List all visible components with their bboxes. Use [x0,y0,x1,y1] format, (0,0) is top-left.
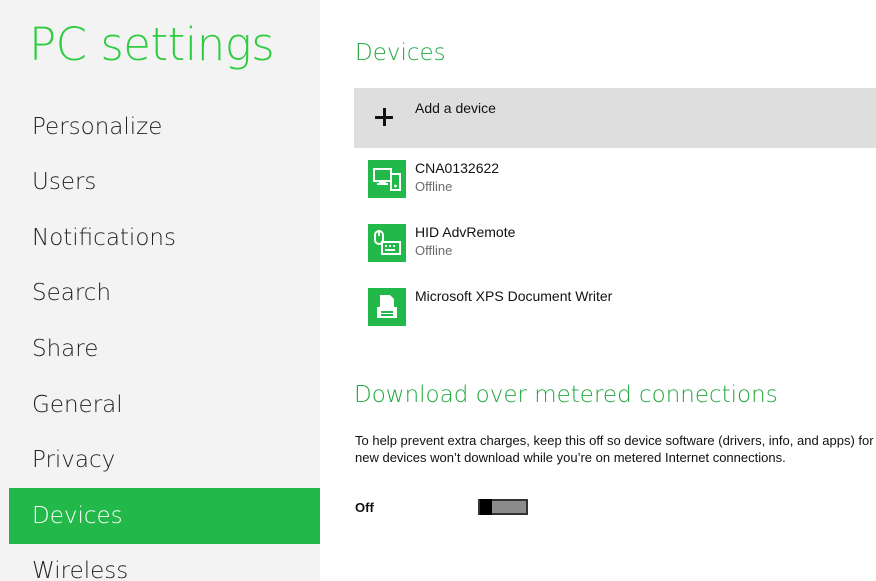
sidebar-item-general[interactable]: General [9,377,320,433]
metered-description: To help prevent extra charges, keep this… [355,433,874,465]
metered-toggle-label: Off [355,500,374,515]
metered-section-title: Download over metered connections [354,382,778,408]
device-name: HID AdvRemote [415,224,516,240]
computer-phone-icon [368,160,406,198]
sidebar-item-privacy[interactable]: Privacy [9,432,320,488]
metered-toggle[interactable] [478,499,528,515]
app-title: PC settings [29,18,275,71]
sidebar-item-share[interactable]: Share [9,321,320,377]
device-item-xps-writer[interactable]: Microsoft XPS Document Writer [354,282,876,340]
sidebar-item-wireless[interactable]: Wireless [9,543,320,581]
device-status: Offline [415,179,453,194]
add-device-label: Add a device [415,100,496,116]
device-name: CNA0132622 [415,160,500,176]
devices-section-title: Devices [355,40,446,66]
sidebar: PC settings Personalize Users Notificati… [0,0,320,581]
sidebar-item-search[interactable]: Search [9,265,320,321]
plus-icon [366,99,402,135]
sidebar-item-notifications[interactable]: Notifications [9,210,320,266]
device-item-cna0132622[interactable]: CNA0132622 Offline [354,154,876,212]
sidebar-item-devices[interactable]: Devices [9,488,320,544]
device-status: Offline [415,243,453,258]
main-pane: Devices Add a device CNA0132622 Offline [320,0,876,581]
sidebar-item-personalize[interactable]: Personalize [9,99,320,155]
mouse-keyboard-icon [368,224,406,262]
toggle-knob[interactable] [480,499,492,515]
printer-icon [368,288,406,326]
device-name: Microsoft XPS Document Writer [415,288,613,304]
device-item-hid-advremote[interactable]: HID AdvRemote Offline [354,218,876,276]
add-device-button[interactable]: Add a device [354,88,876,148]
sidebar-item-users[interactable]: Users [9,154,320,210]
